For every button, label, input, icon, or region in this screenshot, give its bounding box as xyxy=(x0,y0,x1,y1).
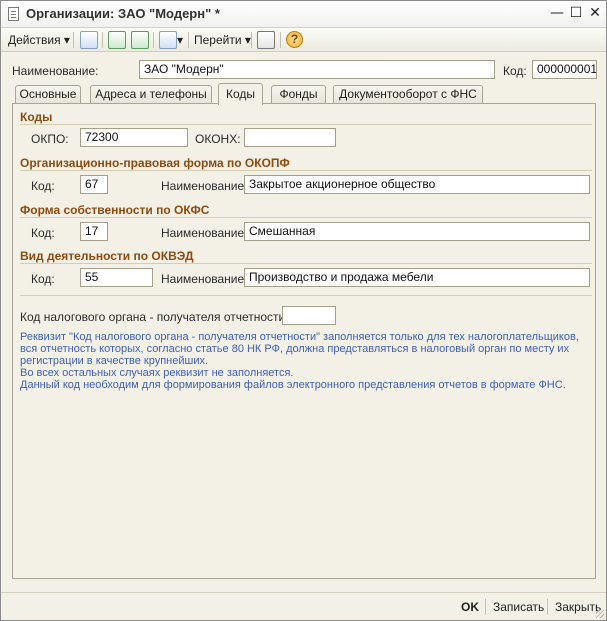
toolbar-divider xyxy=(188,32,189,48)
goto-label: Перейти xyxy=(194,33,242,47)
close-button[interactable]: Закрыть xyxy=(555,598,601,616)
toolbar-divider xyxy=(251,32,252,48)
name-input[interactable]: ЗАО "Модерн" xyxy=(139,60,495,79)
help-icon[interactable]: ? xyxy=(286,31,303,48)
footer-divider xyxy=(547,599,548,615)
okved-section-title: Вид деятельности по ОКВЭД xyxy=(20,249,194,263)
toolbar-divider xyxy=(102,32,103,48)
okved-code-input[interactable]: 55 xyxy=(80,268,153,287)
tab-fns-docflow[interactable]: Документооборот с ФНС xyxy=(333,85,483,104)
footer-divider xyxy=(485,599,486,615)
okopf-code-label: Код: xyxy=(31,179,55,193)
based-on-icon[interactable] xyxy=(159,31,177,49)
save-button[interactable]: Записать xyxy=(493,598,544,616)
note-line: Реквизит "Код налогового органа - получа… xyxy=(20,331,579,343)
okopf-code-input[interactable]: 67 xyxy=(80,175,108,194)
section-divider xyxy=(20,295,592,296)
actions-label: Действия xyxy=(8,33,61,47)
okfs-name-input[interactable]: Смешанная xyxy=(244,222,590,241)
structure-icon[interactable] xyxy=(257,31,275,49)
section-divider xyxy=(20,124,592,125)
okopf-name-label: Наименование: xyxy=(161,179,248,193)
tab-funds[interactable]: Фонды xyxy=(271,85,326,104)
okved-name-input[interactable]: Производство и продажа мебели xyxy=(244,268,590,287)
okfs-code-input[interactable]: 17 xyxy=(80,222,108,241)
okfs-name-label: Наименование: xyxy=(161,226,248,240)
footer-bar: OK Записать Закрыть xyxy=(1,592,606,620)
minimize-icon[interactable]: — xyxy=(549,5,565,21)
okfs-section-title: Форма собственности по ОКФС xyxy=(20,203,210,217)
maximize-icon[interactable]: ☐ xyxy=(568,5,584,21)
refresh-icon[interactable] xyxy=(108,31,126,49)
okopf-name-input[interactable]: Закрытое акционерное общество xyxy=(244,175,590,194)
goto-menu[interactable]: Перейти ▾ xyxy=(194,31,251,49)
tax-office-label: Код налогового органа - получателя отчет… xyxy=(20,310,289,324)
chevron-down-icon[interactable]: ▾ xyxy=(177,31,183,49)
section-divider xyxy=(20,170,592,171)
okonh-input[interactable] xyxy=(244,128,336,147)
actions-menu[interactable]: Действия ▾ xyxy=(8,31,70,49)
toolbar-divider xyxy=(153,32,154,48)
note-line: Во всех остальных случаях реквизит не за… xyxy=(20,367,294,379)
close-icon[interactable]: ✕ xyxy=(587,5,603,21)
title-bar[interactable]: Организации: ЗАО "Модерн" * — ☐ ✕ xyxy=(1,1,606,28)
note-line: Данный код необходим для формирования фа… xyxy=(20,379,566,391)
section-divider xyxy=(20,263,592,264)
name-label: Наименование: xyxy=(12,64,99,78)
note-line: вся отчетность которых, согласно статье … xyxy=(20,343,570,355)
save-and-close-icon[interactable] xyxy=(80,31,98,49)
reread-icon[interactable] xyxy=(131,31,149,49)
section-divider xyxy=(20,217,592,218)
ok-button[interactable]: OK xyxy=(461,598,479,616)
okfs-code-label: Код: xyxy=(31,226,55,240)
toolbar-divider xyxy=(73,32,74,48)
okpo-input[interactable]: 72300 xyxy=(80,128,188,147)
okopf-section-title: Организационно-правовая форма по ОКОПФ xyxy=(20,156,290,170)
tax-office-input[interactable] xyxy=(282,306,336,325)
tax-office-note: Реквизит "Код налогового органа - получа… xyxy=(20,331,592,391)
okved-code-label: Код: xyxy=(31,272,55,286)
tab-main[interactable]: Основные xyxy=(15,85,81,104)
document-icon xyxy=(8,7,19,21)
codes-section-title: Коды xyxy=(20,110,53,124)
tab-codes[interactable]: Коды xyxy=(218,83,263,105)
okved-name-label: Наименование: xyxy=(161,272,248,286)
window-title: Организации: ЗАО "Модерн" * xyxy=(26,6,220,21)
okpo-label: ОКПО: xyxy=(31,132,69,146)
organization-window: Организации: ЗАО "Модерн" * — ☐ ✕ Действ… xyxy=(0,0,607,621)
code-label: Код: xyxy=(503,64,527,78)
okonh-label: ОКОНХ: xyxy=(195,132,241,146)
tab-addresses[interactable]: Адреса и телефоны xyxy=(90,85,212,104)
toolbar-divider xyxy=(280,32,281,48)
toolbar: Действия ▾ ▾ Перейти ▾ ? xyxy=(1,28,606,52)
chevron-down-icon: ▾ xyxy=(63,33,70,47)
note-line: регистрации в качестве крупнейших. xyxy=(20,355,209,367)
resize-grip-icon[interactable] xyxy=(596,610,604,618)
code-input[interactable]: 000000001 xyxy=(532,60,597,79)
